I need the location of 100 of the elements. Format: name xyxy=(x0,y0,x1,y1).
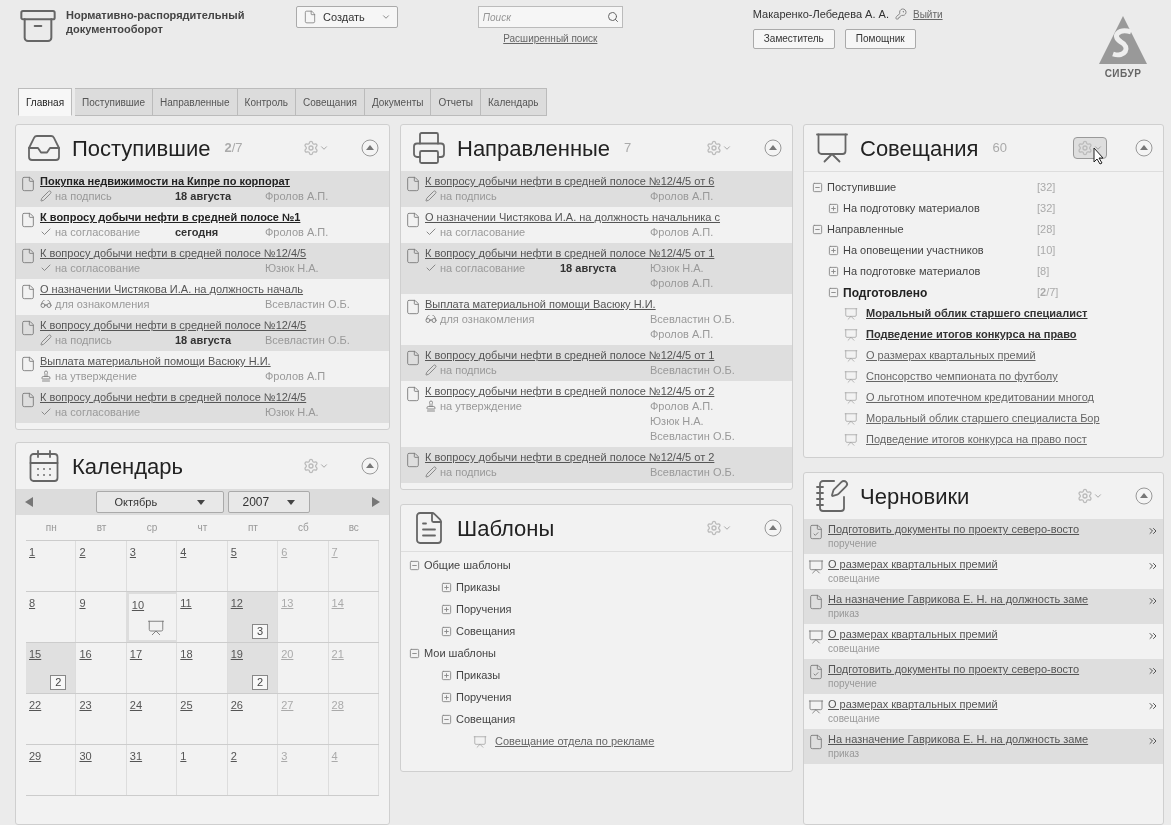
collapse-toggle-icon[interactable] xyxy=(409,560,420,571)
document-link[interactable]: О назначении Чистякова И.А. на должность начальника с xyxy=(425,210,720,225)
meeting-link[interactable]: Моральный облик старшего специалиста Бор xyxy=(866,410,1100,427)
chevron-icon[interactable] xyxy=(1147,595,1159,607)
chevron-icon[interactable] xyxy=(1147,630,1159,642)
nav-tab[interactable]: Календарь xyxy=(481,88,547,116)
day-cell[interactable]: 1 xyxy=(177,745,228,795)
draft-link[interactable]: На назначение Гаврикова Е. Н. на должность заме xyxy=(828,592,1143,607)
collapse-icon[interactable] xyxy=(764,519,782,537)
collapse-icon[interactable] xyxy=(361,139,379,157)
tree-folder[interactable]: Поступившие xyxy=(827,179,897,196)
day-cell[interactable]: 25 xyxy=(177,694,228,744)
day-cell[interactable]: 2 xyxy=(227,745,279,795)
chevron-icon[interactable] xyxy=(1147,560,1159,572)
create-button[interactable]: Создать xyxy=(296,6,398,28)
collapse-icon[interactable] xyxy=(1135,487,1153,505)
search-field[interactable]: Поиск xyxy=(477,6,623,28)
day-cell[interactable]: 22 xyxy=(26,694,77,744)
document-link[interactable]: К вопросу добычи нефти в средней полосе №12/4/5 от 1 xyxy=(425,246,715,261)
nav-tab[interactable]: Главная xyxy=(18,88,73,116)
expand-toggle-icon[interactable] xyxy=(441,692,452,703)
day-cell[interactable]: 16 xyxy=(76,643,127,693)
expand-toggle-icon[interactable] xyxy=(828,245,839,256)
nav-tab[interactable]: Совещания xyxy=(296,88,365,116)
tree-folder[interactable]: На подготовку материалов xyxy=(843,200,980,217)
role-button[interactable]: Заместитель xyxy=(752,28,835,49)
tree-folder[interactable]: Совещания xyxy=(456,623,516,640)
document-row[interactable]: К вопросу добычи нефти в средней полосе №12/4/5 на подпись 18 августа Всевластин О.Б. xyxy=(16,315,389,351)
day-cell[interactable]: 30 xyxy=(76,745,127,795)
document-row[interactable]: К вопросу добычи нефти в средней полосе №12/4/5 от 6 на подпись Фролов А.П. xyxy=(401,171,792,207)
day-cell[interactable]: 10 xyxy=(126,592,178,642)
document-link[interactable]: К вопросу добычи нефти в средней полосе №12/4/5 от 1 xyxy=(425,348,735,363)
document-link[interactable]: К вопросу добычи нефти в средней полосе №12/4/5 от 2 xyxy=(425,384,735,399)
draft-link[interactable]: О размерах квартальных премий xyxy=(828,557,1143,572)
nav-tab[interactable]: Контроль xyxy=(237,88,297,116)
meeting-link[interactable]: О льготном ипотечном кредитовании многод xyxy=(866,389,1094,406)
collapse-icon[interactable] xyxy=(1135,139,1153,157)
document-row[interactable]: К вопросу добычи нефти в средней полосе №12/4/5 от 1 на подпись Всевластин О.Б. xyxy=(401,345,792,381)
expand-toggle-icon[interactable] xyxy=(441,582,452,593)
tree-folder[interactable]: Подготовлено xyxy=(843,283,928,302)
tree-folder[interactable]: Направленные xyxy=(827,221,904,238)
tree-folder[interactable]: На оповещении участников xyxy=(843,242,984,259)
meeting-link[interactable]: О размерах квартальных премий xyxy=(866,347,1036,364)
document-link[interactable]: О назначении Чистякова И.А. на должность началь xyxy=(40,282,350,297)
tree-folder[interactable]: Поручения xyxy=(456,689,512,706)
day-cell[interactable]: 12 3 xyxy=(227,592,279,642)
chevron-icon[interactable] xyxy=(1147,525,1159,537)
tree-folder[interactable]: На подготовке материалов xyxy=(843,263,981,280)
draft-link[interactable]: Подготовить документы по проекту северо-восто xyxy=(828,522,1143,537)
day-cell[interactable]: 3 xyxy=(126,541,178,591)
day-cell[interactable]: 29 xyxy=(26,745,77,795)
expand-toggle-icon[interactable] xyxy=(828,266,839,277)
draft-link[interactable]: На назначение Гаврикова Е. Н. на должность заме xyxy=(828,732,1143,747)
document-link[interactable]: К вопросу добычи нефти в средней полосе №12/4/5 xyxy=(40,318,350,333)
collapse-toggle-icon[interactable] xyxy=(441,714,452,725)
collapse-toggle-icon[interactable] xyxy=(812,224,823,235)
month-dropdown[interactable]: Октябрь xyxy=(95,491,224,513)
document-link[interactable]: К вопросу добычи нефти в средней полосе №1 xyxy=(40,210,329,225)
expand-toggle-icon[interactable] xyxy=(441,604,452,615)
document-row[interactable]: К вопросу добычи нефти в средней полосе №12/4/5 от 2 на подпись Всевластин О.Б. xyxy=(401,447,792,483)
advanced-search-link[interactable]: Расширенный поиск xyxy=(503,31,598,46)
day-cell[interactable]: 11 xyxy=(177,592,228,642)
day-cell[interactable]: 5 xyxy=(227,541,279,591)
collapse-toggle-icon[interactable] xyxy=(828,287,839,298)
tree-folder[interactable]: Общие шаблоны xyxy=(424,557,511,574)
collapse-toggle-icon[interactable] xyxy=(812,182,823,193)
document-row[interactable]: Покупка недвижимости на Кипре по корпорат на подпись 18 августа Фролов А.П. xyxy=(16,171,389,207)
day-cell[interactable]: 8 xyxy=(26,592,77,642)
collapse-icon[interactable] xyxy=(764,139,782,157)
document-row[interactable]: К вопросу добычи нефти в средней полосе №12/4/5 на согласование Юзюк Н.А. xyxy=(16,387,389,423)
document-link[interactable]: К вопросу добычи нефти в средней полосе №12/4/5 xyxy=(40,246,319,261)
day-cell[interactable]: 9 xyxy=(76,592,127,642)
nav-tab[interactable]: Поступившие xyxy=(75,88,153,116)
role-button[interactable]: Помощник xyxy=(844,28,916,49)
document-link[interactable]: К вопросу добычи нефти в средней полосе №12/4/5 xyxy=(40,390,319,405)
year-dropdown[interactable]: 2007 xyxy=(227,491,310,513)
draft-row[interactable]: На назначение Гаврикова Е. Н. на должность заме приказ xyxy=(804,589,1163,624)
expand-toggle-icon[interactable] xyxy=(441,626,452,637)
chevron-icon[interactable] xyxy=(1147,700,1159,712)
tree-folder[interactable]: Приказы xyxy=(456,667,501,684)
draft-row[interactable]: На назначение Гаврикова Е. Н. на должность заме приказ xyxy=(804,729,1163,764)
day-cell[interactable]: 18 xyxy=(177,643,228,693)
day-cell[interactable]: 23 xyxy=(76,694,127,744)
document-link[interactable]: Покупка недвижимости на Кипре по корпорат xyxy=(40,174,329,189)
collapse-toggle-icon[interactable] xyxy=(409,648,420,659)
document-link[interactable]: К вопросу добычи нефти в средней полосе №12/4/5 от 6 xyxy=(425,174,715,189)
tree-folder[interactable]: Поручения xyxy=(456,601,512,618)
draft-row[interactable]: Подготовить документы по проекту северо-восто поручение xyxy=(804,519,1163,554)
tree-folder[interactable]: Приказы xyxy=(456,579,501,596)
meeting-link[interactable]: Спонсорство чемпионата по футболу xyxy=(866,368,1058,385)
tree-folder[interactable]: Мои шаблоны xyxy=(424,645,496,662)
nav-tab[interactable]: Документы xyxy=(364,88,432,116)
day-cell[interactable]: 24 xyxy=(126,694,178,744)
day-cell[interactable]: 1 xyxy=(26,541,77,591)
document-link[interactable]: К вопросу добычи нефти в средней полосе №12/4/5 от 2 xyxy=(425,450,735,465)
meeting-link[interactable]: Подведение итогов конкурса на право пост xyxy=(866,431,1087,448)
draft-link[interactable]: О размерах квартальных премий xyxy=(828,697,1143,712)
meeting-link[interactable]: Моральный облик старшего специалист xyxy=(866,305,1088,322)
day-cell[interactable]: 2 xyxy=(76,541,127,591)
draft-link[interactable]: О размерах квартальных премий xyxy=(828,627,1143,642)
